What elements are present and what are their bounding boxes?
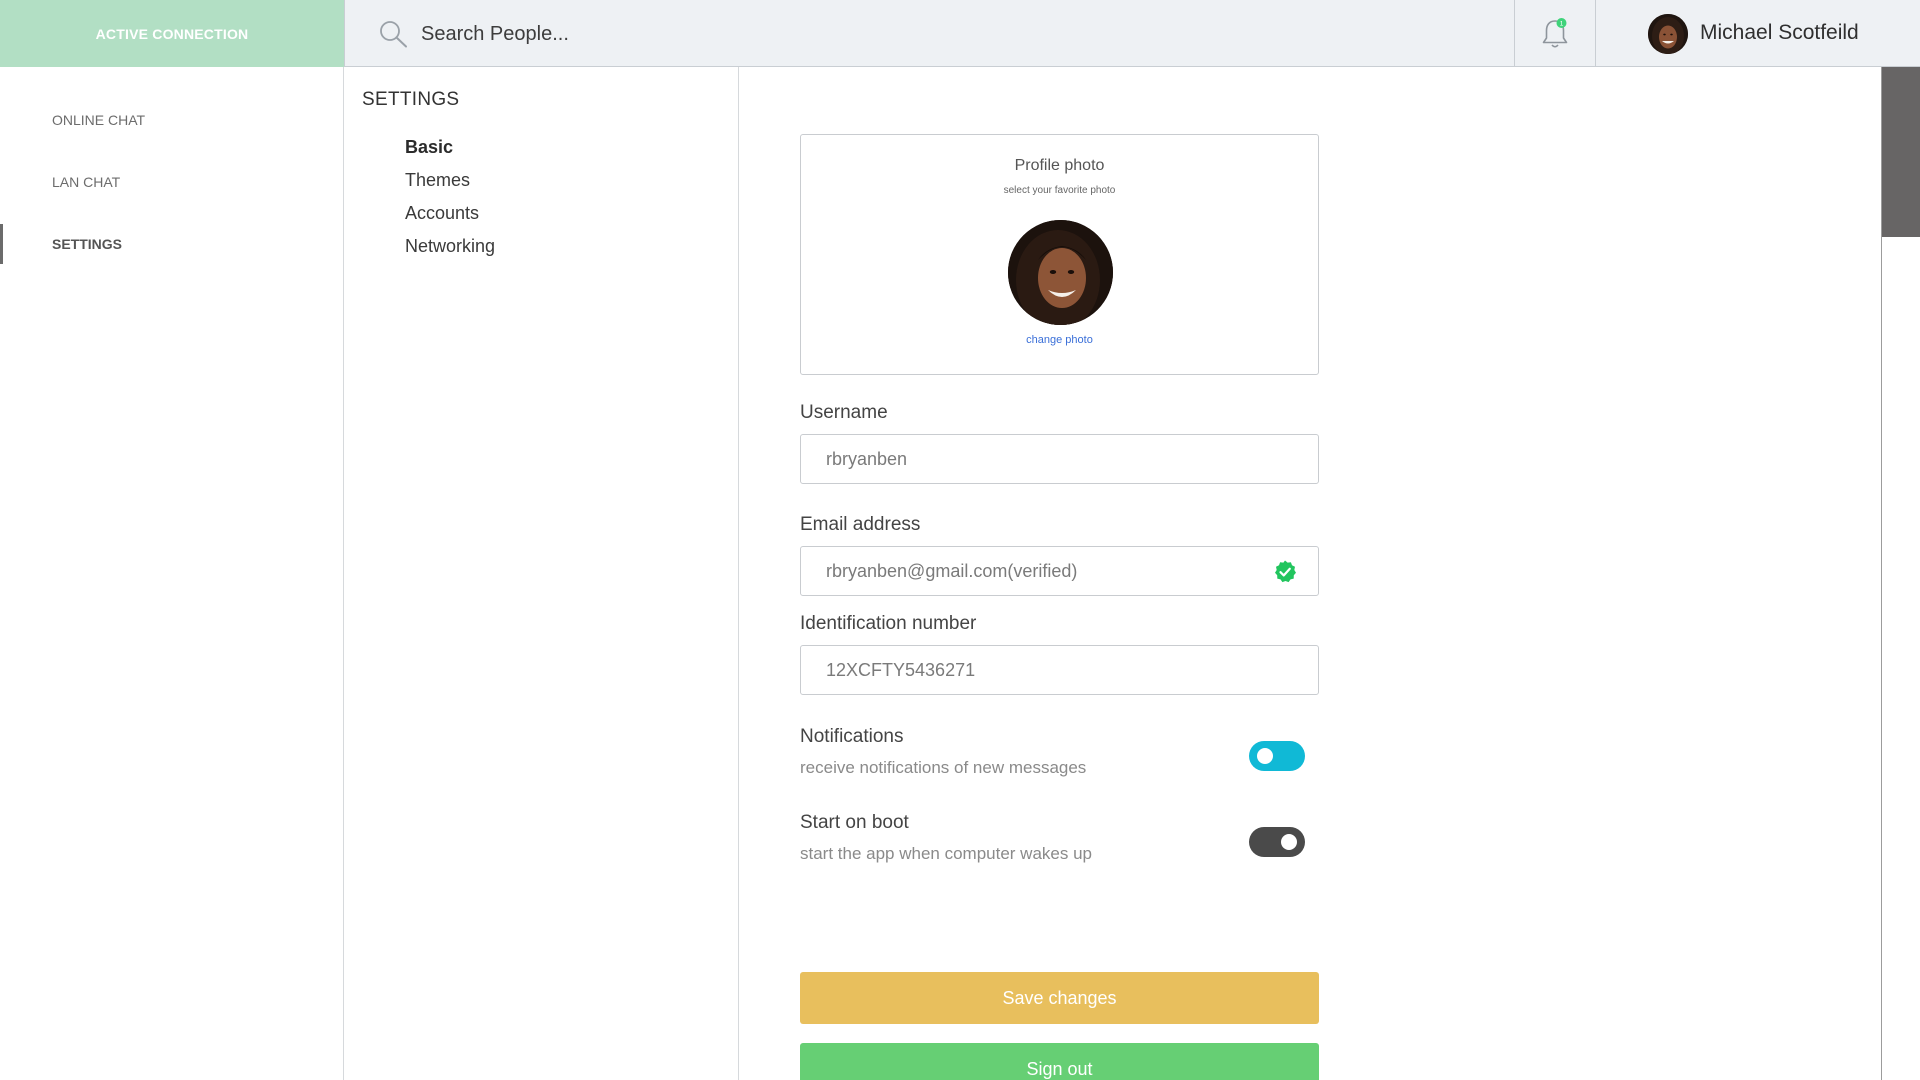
scrollbar[interactable] [1881, 67, 1920, 1080]
id-number-field[interactable] [826, 646, 1266, 694]
sidebar-item-label: LAN CHAT [52, 174, 121, 190]
notifications-toggle[interactable] [1249, 741, 1305, 771]
username-label: Username [800, 402, 888, 423]
notifications-description: receive notifications of new messages [800, 758, 1087, 777]
username-field[interactable] [826, 435, 1266, 483]
search-bar [344, 0, 1514, 67]
settings-title: SETTINGS [362, 89, 460, 110]
avatar [1648, 14, 1688, 54]
top-bar: ACTIVE CONNECTION 1 [0, 0, 1920, 67]
sidebar-item-label: ONLINE CHAT [52, 112, 146, 128]
sidebar: ONLINE CHAT LAN CHAT SETTINGS [0, 67, 344, 1080]
sign-out-button[interactable]: Sign out [800, 1043, 1319, 1080]
email-field[interactable] [826, 547, 1266, 595]
start-on-boot-title: Start on boot [800, 812, 909, 833]
bell-icon: 1 [1542, 17, 1568, 48]
notifications-title: Notifications [800, 726, 904, 747]
notification-badge: 1 [1560, 20, 1564, 27]
settings-link-accounts[interactable]: Accounts [405, 203, 479, 224]
connection-status: ACTIVE CONNECTION [0, 0, 344, 67]
toggle-knob [1281, 834, 1297, 850]
username-field-box [800, 434, 1319, 484]
settings-link-themes[interactable]: Themes [405, 170, 470, 191]
email-field-box [800, 546, 1319, 596]
profile-photo-card: Profile photo select your favorite photo… [800, 134, 1319, 375]
search-icon[interactable] [378, 19, 410, 49]
sidebar-item-lan-chat[interactable]: LAN CHAT [0, 162, 344, 202]
user-name: Michael Scotfeild [1700, 21, 1859, 44]
start-on-boot-description: start the app when computer wakes up [800, 844, 1092, 863]
settings-link-basic[interactable]: Basic [405, 137, 453, 158]
notifications-button[interactable]: 1 [1514, 0, 1596, 67]
save-changes-button[interactable]: Save changes [800, 972, 1319, 1024]
sidebar-item-settings[interactable]: SETTINGS [0, 224, 344, 264]
profile-photo-title: Profile photo [1014, 157, 1105, 174]
settings-link-networking[interactable]: Networking [405, 236, 495, 257]
id-number-label: Identification number [800, 613, 977, 634]
settings-form: Profile photo select your favorite photo… [739, 67, 1881, 1080]
profile-photo [1008, 220, 1113, 325]
toggle-knob [1257, 748, 1273, 764]
user-profile-menu[interactable]: Michael Scotfeild [1596, 0, 1920, 67]
search-input[interactable] [421, 17, 1021, 51]
id-number-field-box [800, 645, 1319, 695]
scrollbar-thumb[interactable] [1882, 67, 1920, 237]
sidebar-item-online-chat[interactable]: ONLINE CHAT [0, 100, 344, 140]
start-on-boot-toggle[interactable] [1249, 827, 1305, 857]
sidebar-item-label: SETTINGS [52, 236, 123, 252]
settings-menu: SETTINGS Basic Themes Accounts Networkin… [344, 67, 739, 1080]
verified-check-icon [1272, 559, 1298, 585]
change-photo-link[interactable]: change photo [801, 334, 1318, 346]
email-label: Email address [800, 514, 921, 535]
profile-photo-subtitle: select your favorite photo [1003, 185, 1116, 196]
